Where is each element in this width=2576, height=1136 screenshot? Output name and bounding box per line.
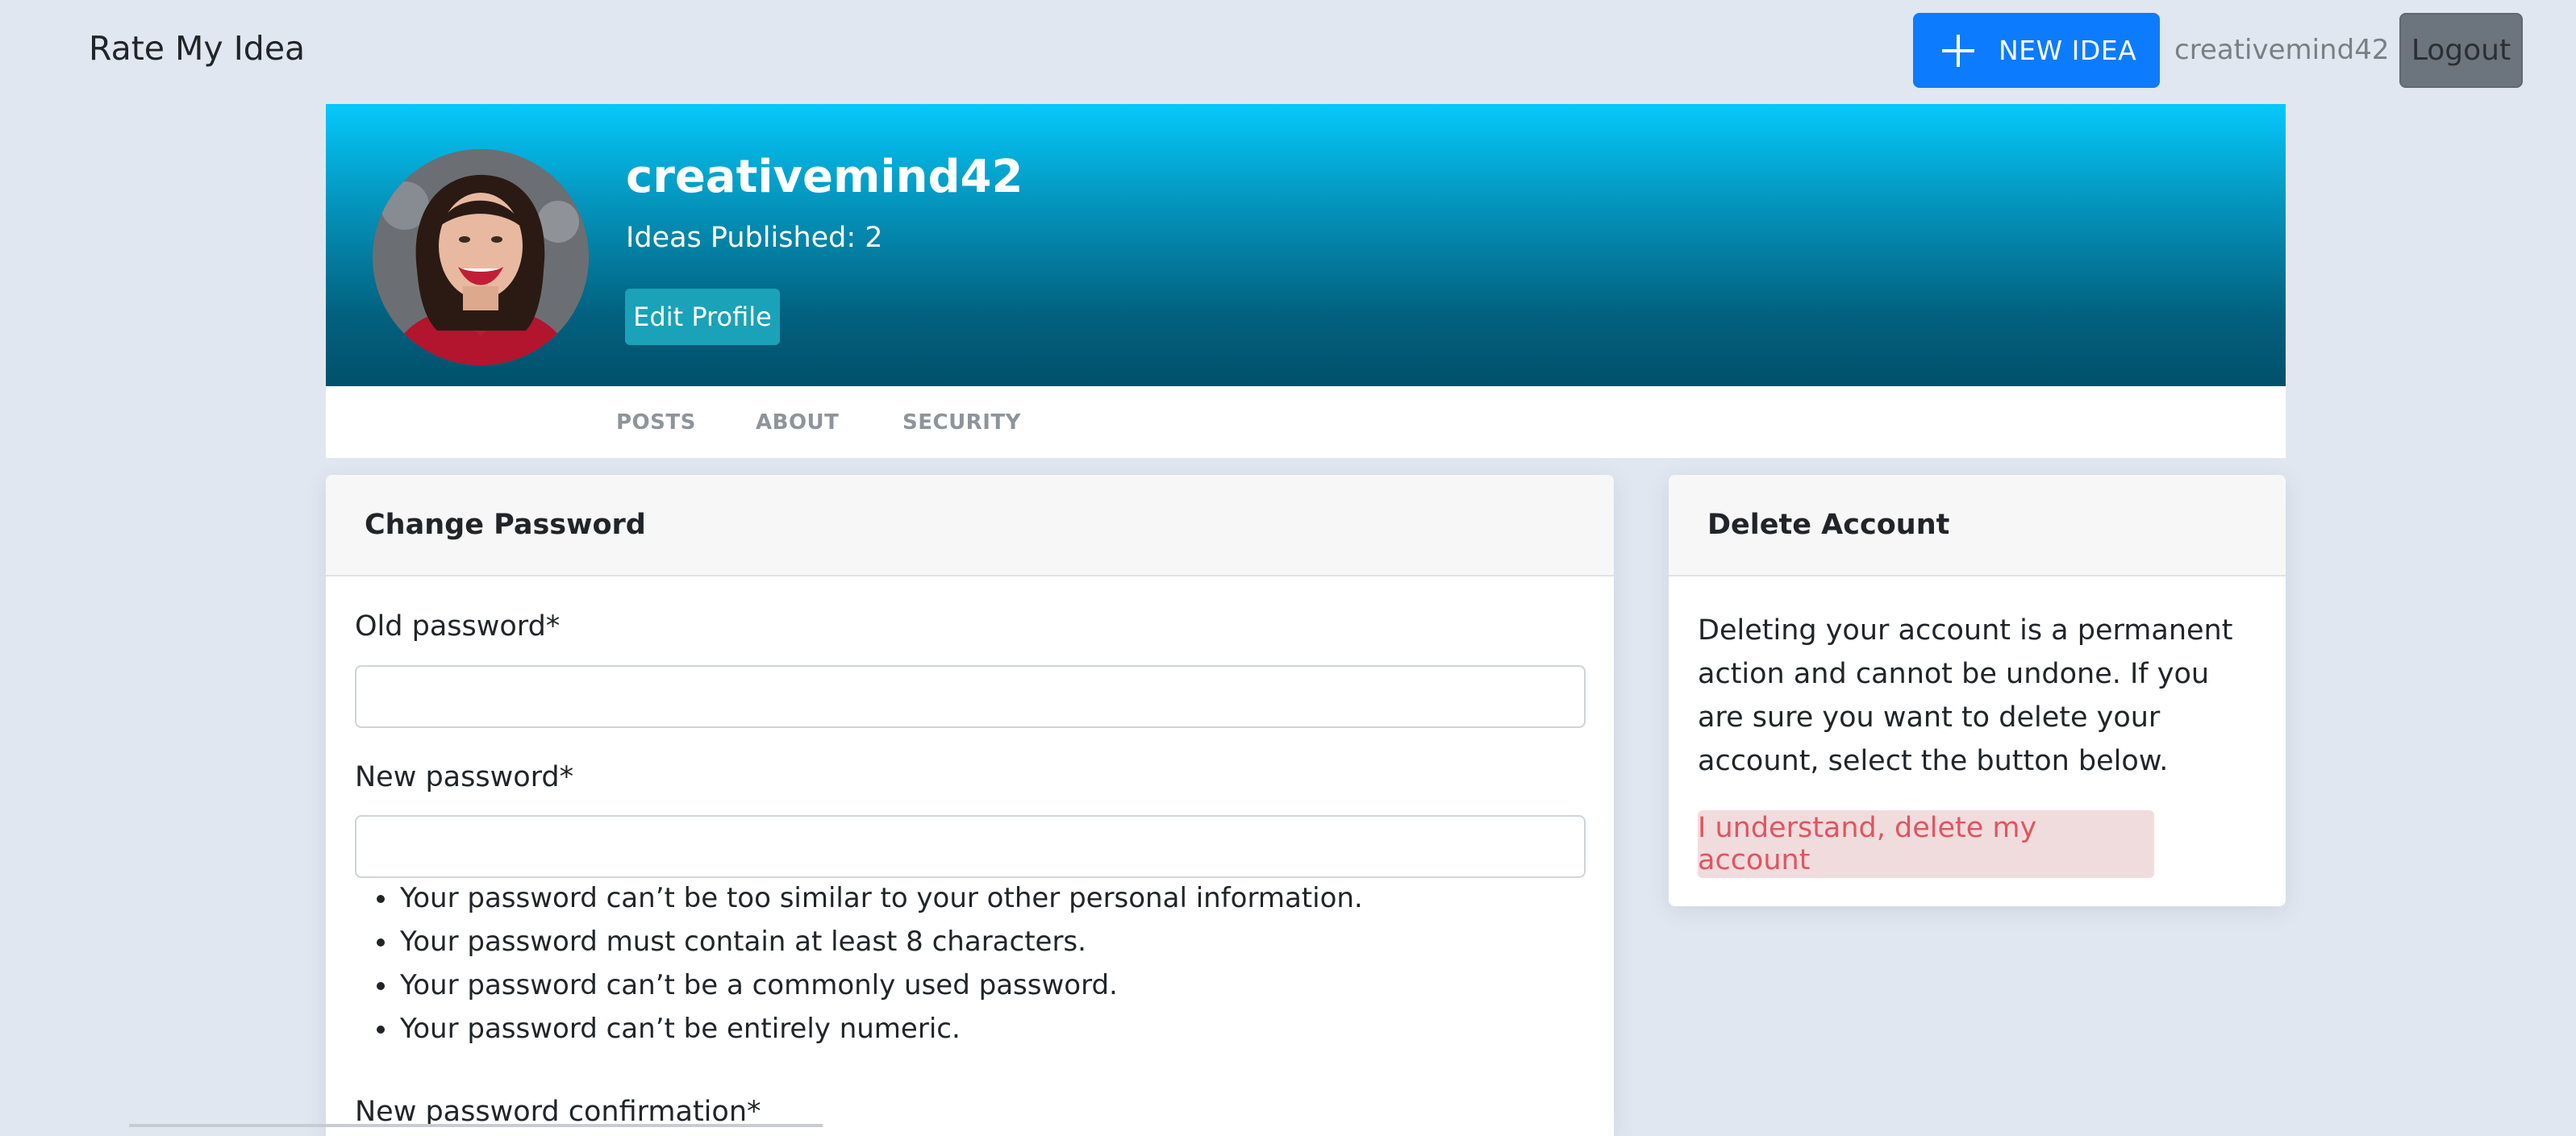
old-password-input[interactable] xyxy=(355,665,1586,728)
password-requirements-list: Your password can’t be too similar to yo… xyxy=(374,876,1363,1051)
tab-posts[interactable]: POSTS xyxy=(616,410,696,435)
confirm-password-label: New password confirmation* xyxy=(355,1096,761,1128)
plus-icon xyxy=(1942,34,1974,67)
delete-account-button[interactable]: I understand, delete my account xyxy=(1698,810,2154,878)
ideas-published-count: Ideas Published: 2 xyxy=(626,222,883,254)
logout-button[interactable]: Logout xyxy=(2399,13,2523,88)
tab-security[interactable]: SECURITY xyxy=(902,410,1021,435)
change-password-title: Change Password xyxy=(326,475,1614,576)
password-requirement: Your password must contain at least 8 ch… xyxy=(398,920,1363,963)
password-requirement: Your password can’t be entirely numeric. xyxy=(398,1007,1363,1051)
new-password-input[interactable] xyxy=(355,815,1586,878)
change-password-card: Change Password Old password* New passwo… xyxy=(326,475,1614,1136)
tab-about[interactable]: ABOUT xyxy=(756,410,839,435)
delete-account-title: Delete Account xyxy=(1669,475,2286,576)
profile-header: creativemind42 Ideas Published: 2 Edit P… xyxy=(326,104,2286,386)
avatar-photo xyxy=(373,149,589,365)
new-password-label: New password* xyxy=(355,761,574,793)
new-idea-button[interactable]: NEW IDEA xyxy=(1913,13,2160,88)
new-idea-label: NEW IDEA xyxy=(1999,35,2137,66)
old-password-label: Old password* xyxy=(355,610,561,643)
profile-tabs: POSTS ABOUT SECURITY xyxy=(326,386,2286,458)
delete-account-card: Delete Account Deleting your account is … xyxy=(1669,475,2286,906)
password-requirement: Your password can’t be too similar to yo… xyxy=(398,876,1363,920)
password-requirement: Your password can’t be a commonly used p… xyxy=(398,963,1363,1007)
edit-profile-button[interactable]: Edit Profile xyxy=(625,289,780,345)
avatar xyxy=(373,149,589,365)
profile-username: creativemind42 xyxy=(626,151,1023,203)
nav-username-link[interactable]: creativemind42 xyxy=(2174,34,2389,66)
brand-link[interactable]: Rate My Idea xyxy=(89,29,305,68)
horizontal-scrollbar[interactable] xyxy=(129,1124,823,1127)
top-navbar: Rate My Idea NEW IDEA creativemind42 Log… xyxy=(0,0,2576,103)
delete-account-description: Deleting your account is a permanent act… xyxy=(1698,614,2233,777)
